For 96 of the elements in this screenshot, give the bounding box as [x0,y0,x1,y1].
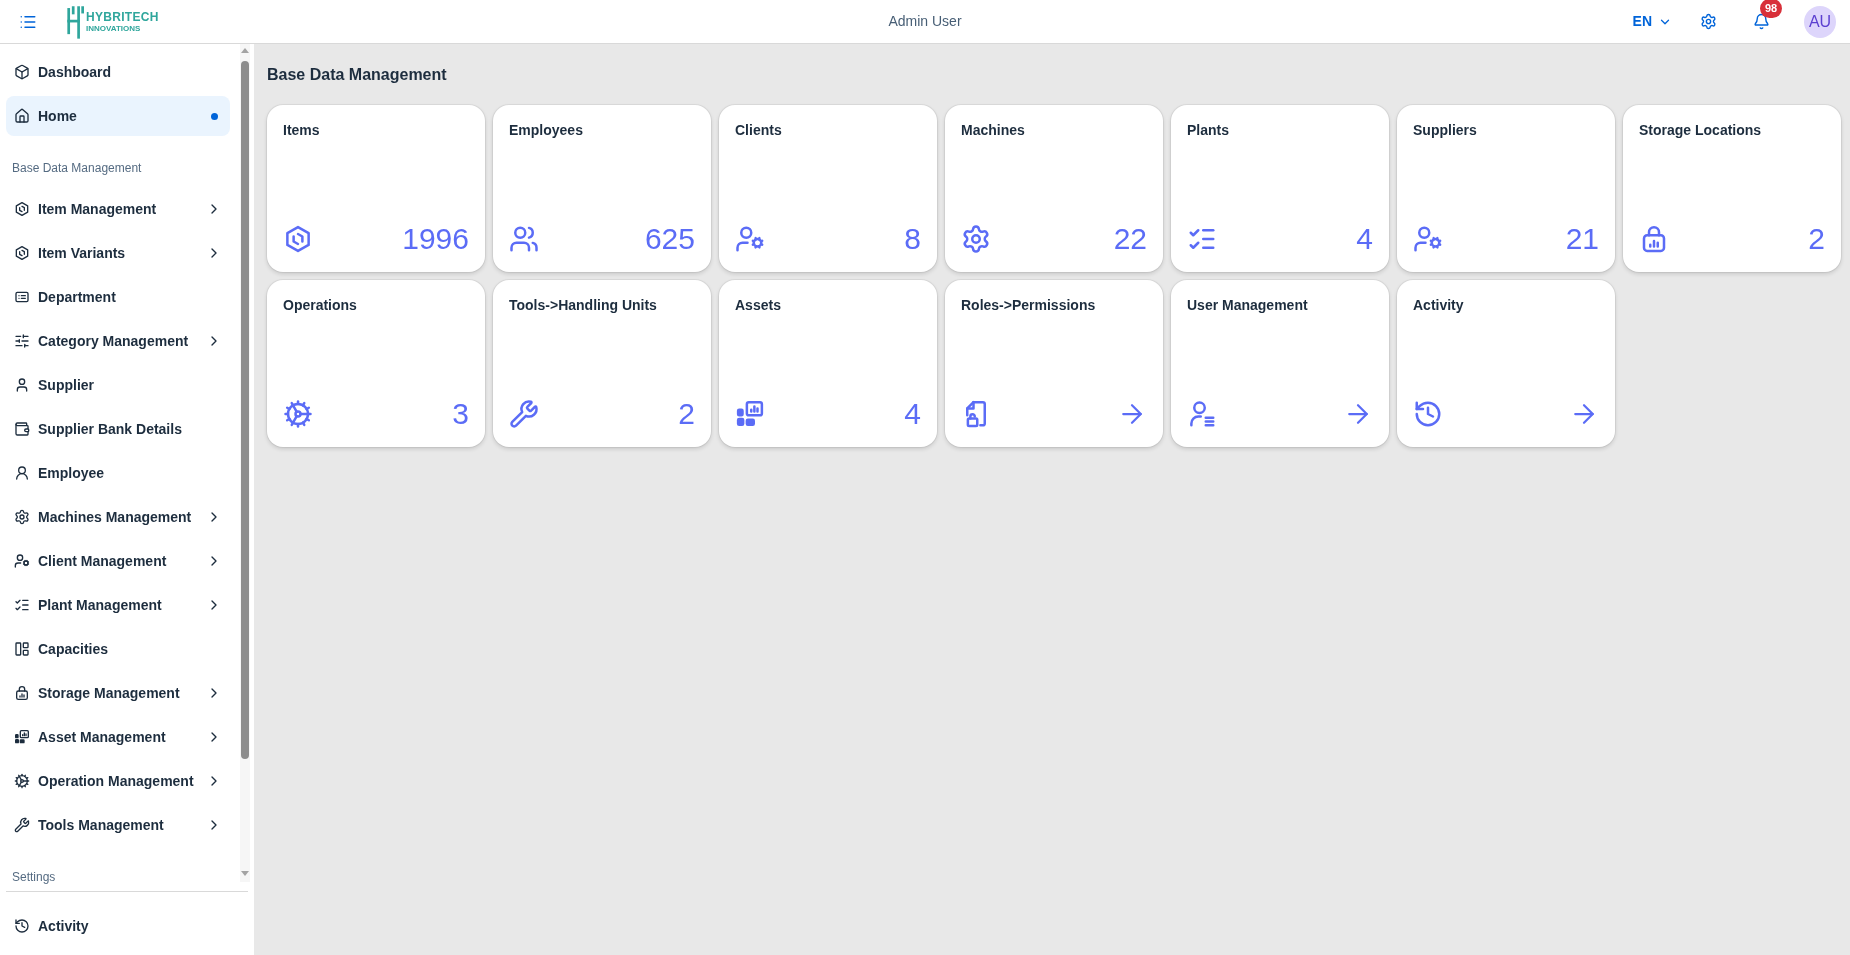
nav-item[interactable]: Machines Management [6,497,230,537]
tile-count: 1996 [402,224,469,254]
users-icon [509,224,539,254]
nav-item[interactable]: Activity [6,906,248,946]
language-selector[interactable]: EN [1632,11,1672,32]
history-icon [1413,399,1443,429]
tile-title: Items [283,121,320,139]
cog-icon [283,399,313,429]
tile[interactable]: Storage Locations 2 [1623,105,1841,272]
tile[interactable]: Activity [1397,280,1615,447]
settings-button[interactable] [1700,13,1717,30]
id-card-icon [14,289,30,305]
tile-title: Tools->Handling Units [509,296,657,314]
user-name: Admin User [888,12,962,31]
wrench-icon [509,399,539,429]
checklist-icon [14,597,30,613]
section-label: Settings [12,870,56,884]
tile-title: Suppliers [1413,121,1477,139]
user-icon [14,465,30,481]
cog-icon [14,773,30,789]
nav-item[interactable]: Item Management [6,189,230,229]
tile-title: Assets [735,296,781,314]
nav-item[interactable]: Asset Management [6,717,230,757]
nav-item[interactable]: Tools Management [6,805,230,845]
nav-item[interactable]: Category Management [6,321,230,361]
nav-item[interactable]: Operation Management [6,761,230,801]
logo-mark-icon [66,3,84,40]
nav-item[interactable]: Capacities [6,629,230,669]
house-icon [14,108,30,124]
hexagon-icon [283,224,313,254]
user-avatar[interactable]: AU [1804,5,1836,38]
tile[interactable]: Roles->Permissions [945,280,1163,447]
panel-layout-icon [14,641,30,657]
sliders-icon [14,333,30,349]
wallet-icon [14,421,30,437]
gear-icon [961,224,991,254]
cube-icon [14,64,30,80]
user-gear-icon [735,224,765,254]
tile-title: User Management [1187,296,1308,314]
nav-item[interactable]: Home [6,96,230,136]
hexagon-icon [14,245,30,261]
nav-item[interactable]: Plant Management [6,585,230,625]
tile-title: Employees [509,121,583,139]
bell-icon [1753,13,1770,30]
tile[interactable]: Operations 3 [267,280,485,447]
user-gear-icon [14,553,30,569]
nav-item[interactable]: Dashboard [6,52,230,92]
lock-chart-icon [14,685,30,701]
logo-wordmark: HYBRITECH [86,10,159,24]
tiles-chart-icon [735,399,765,429]
gear-icon [14,509,30,525]
tile-count: 21 [1565,224,1599,254]
hexagon-icon [14,201,30,217]
tile[interactable]: Assets 4 [719,280,937,447]
logo-tagline: INNOVATIONS [86,23,142,33]
nav-item[interactable]: Storage Management [6,673,230,713]
tile[interactable]: Employees 625 [493,105,711,272]
tile[interactable]: Plants 4 [1171,105,1389,272]
tiles-chart-icon [14,729,30,745]
tile-title: Machines [961,121,1025,139]
tile[interactable]: User Management [1171,280,1389,447]
nav-item[interactable]: Supplier Bank Details [6,409,230,449]
nav-item[interactable]: Supplier [6,365,230,405]
tile[interactable]: Machines 22 [945,105,1163,272]
tile-count: 2 [678,399,695,429]
user-gear-icon [1413,224,1443,254]
nav-item[interactable]: Item Variants [6,233,230,273]
tile-title: Plants [1187,121,1229,139]
wrench-icon [14,817,30,833]
tile-title: Roles->Permissions [961,296,1096,314]
tile-count: 2 [1808,224,1825,254]
section-label: Base Data Management [12,161,142,175]
tile-title: Operations [283,296,357,314]
user-list-icon [1187,399,1217,429]
tile[interactable]: Tools->Handling Units 2 [493,280,711,447]
nav-item[interactable]: Employee [6,453,230,493]
tile-count: 4 [1356,224,1373,254]
tile-count: 22 [1113,224,1147,254]
tile-count: 4 [904,399,921,429]
nav-item[interactable]: Department [6,277,230,317]
history-icon [14,918,30,934]
tile-title: Clients [735,121,782,139]
tile-count: 3 [452,399,469,429]
tile[interactable]: Items 1996 [267,105,485,272]
nav-item[interactable]: Client Management [6,541,230,581]
notification-badge: 98 [1760,0,1782,18]
scrollbar[interactable] [240,44,250,882]
settings-icon [1700,13,1717,30]
page-title: Base Data Management [267,66,448,84]
tile-count: 8 [904,224,921,254]
tile-title: Activity [1413,296,1464,314]
tile[interactable]: Suppliers 21 [1397,105,1615,272]
user-icon [14,377,30,393]
tile-count: 625 [644,224,695,254]
tile-title: Storage Locations [1639,121,1762,139]
tile[interactable]: Clients 8 [719,105,937,272]
